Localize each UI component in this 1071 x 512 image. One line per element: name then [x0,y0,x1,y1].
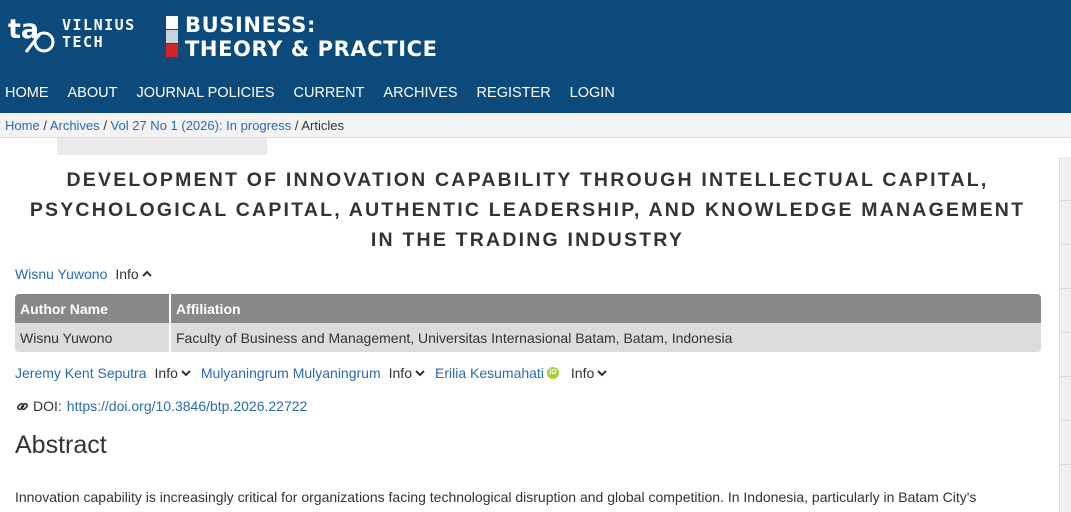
abstract-heading: Abstract [15,431,107,459]
article-title: DEVELOPMENT OF INNOVATION CAPABILITY THR… [29,169,1026,251]
journal-title-line-1: BUSINESS: [185,13,317,37]
first-author-line: Wisnu Yuwono Info [15,264,162,284]
site-header: ta VILNIUS TECH BUSINESS: THEORY & PRACT… [0,0,1071,113]
cell-affiliation: Faculty of Business and Management, Univ… [171,323,1041,352]
journal-title[interactable]: BUSINESS: THEORY & PRACTICE [185,13,438,61]
table-row: Wisnu Yuwono Faculty of Business and Man… [15,323,1041,352]
tab-strip [57,138,267,155]
info-label: Info [115,266,139,282]
breadcrumb-archives[interactable]: Archives [50,118,100,133]
author-name-link[interactable]: Wisnu Yuwono [15,264,107,284]
vilnius-tech-logo-icon[interactable]: ta [6,12,58,56]
journal-mark-icon [166,16,178,57]
breadcrumb: Home / Archives / Vol 27 No 1 (2026): In… [0,113,1071,138]
author-name-link[interactable]: Jeremy Kent Seputra [15,363,147,383]
nav-register[interactable]: REGISTER [477,83,551,103]
doi-label: DOI: [33,398,62,414]
nav-current[interactable]: CURRENT [294,83,365,103]
breadcrumb-issue[interactable]: Vol 27 No 1 (2026): In progress [111,118,292,133]
nav-home[interactable]: HOME [5,83,49,103]
author-info-toggle[interactable]: Info [571,363,607,383]
right-sidebar [1059,157,1071,512]
journal-title-line-2: THEORY & PRACTICE [185,37,438,61]
publisher-line-2: TECH [62,33,105,51]
publisher-name: VILNIUS TECH [62,17,136,51]
breadcrumb-home[interactable]: Home [5,118,40,133]
nav-login[interactable]: LOGIN [570,83,615,103]
chevron-down-icon [181,370,191,377]
link-icon [16,402,29,410]
author-name-link[interactable]: Mulyaningrum Mulyaningrum [201,363,381,383]
author-info-toggle[interactable]: Info [155,363,191,383]
affiliation-table: Author Name Affiliation Wisnu Yuwono Fac… [15,294,1041,352]
author-name-link[interactable]: Erilia Kesumahati [435,363,544,383]
chevron-down-icon [597,370,607,377]
nav-journal-policies[interactable]: JOURNAL POLICIES [136,83,274,103]
chevron-down-icon [415,370,425,377]
table-header-row: Author Name Affiliation [15,294,1041,323]
other-authors-line: Jeremy Kent Seputra Info Mulyaningrum Mu… [15,363,617,383]
abstract-text: Innovation capability is increasingly cr… [15,489,977,505]
cell-author-name: Wisnu Yuwono [15,323,171,352]
author-info-toggle[interactable]: Info [115,264,152,284]
chevron-up-icon [142,270,152,277]
info-label: Info [154,365,178,381]
breadcrumb-separator: / [103,118,111,133]
nav-about[interactable]: ABOUT [68,83,118,103]
orcid-icon[interactable]: iD [546,367,559,379]
column-header-author-name: Author Name [15,294,171,323]
column-header-affiliation: Affiliation [171,294,1041,323]
info-label: Info [388,365,412,381]
nav-archives[interactable]: ARCHIVES [383,83,457,103]
author-info-toggle[interactable]: Info [389,363,425,383]
info-label: Info [570,365,595,381]
doi-line: DOI: https://doi.org/10.3846/btp.2026.22… [16,396,307,416]
doi-link[interactable]: https://doi.org/10.3846/btp.2026.22722 [67,396,308,416]
publisher-line-1: VILNIUS [62,16,136,34]
breadcrumb-current: Articles [301,118,344,133]
main-nav: HOME ABOUT JOURNAL POLICIES CURRENT ARCH… [0,83,629,103]
